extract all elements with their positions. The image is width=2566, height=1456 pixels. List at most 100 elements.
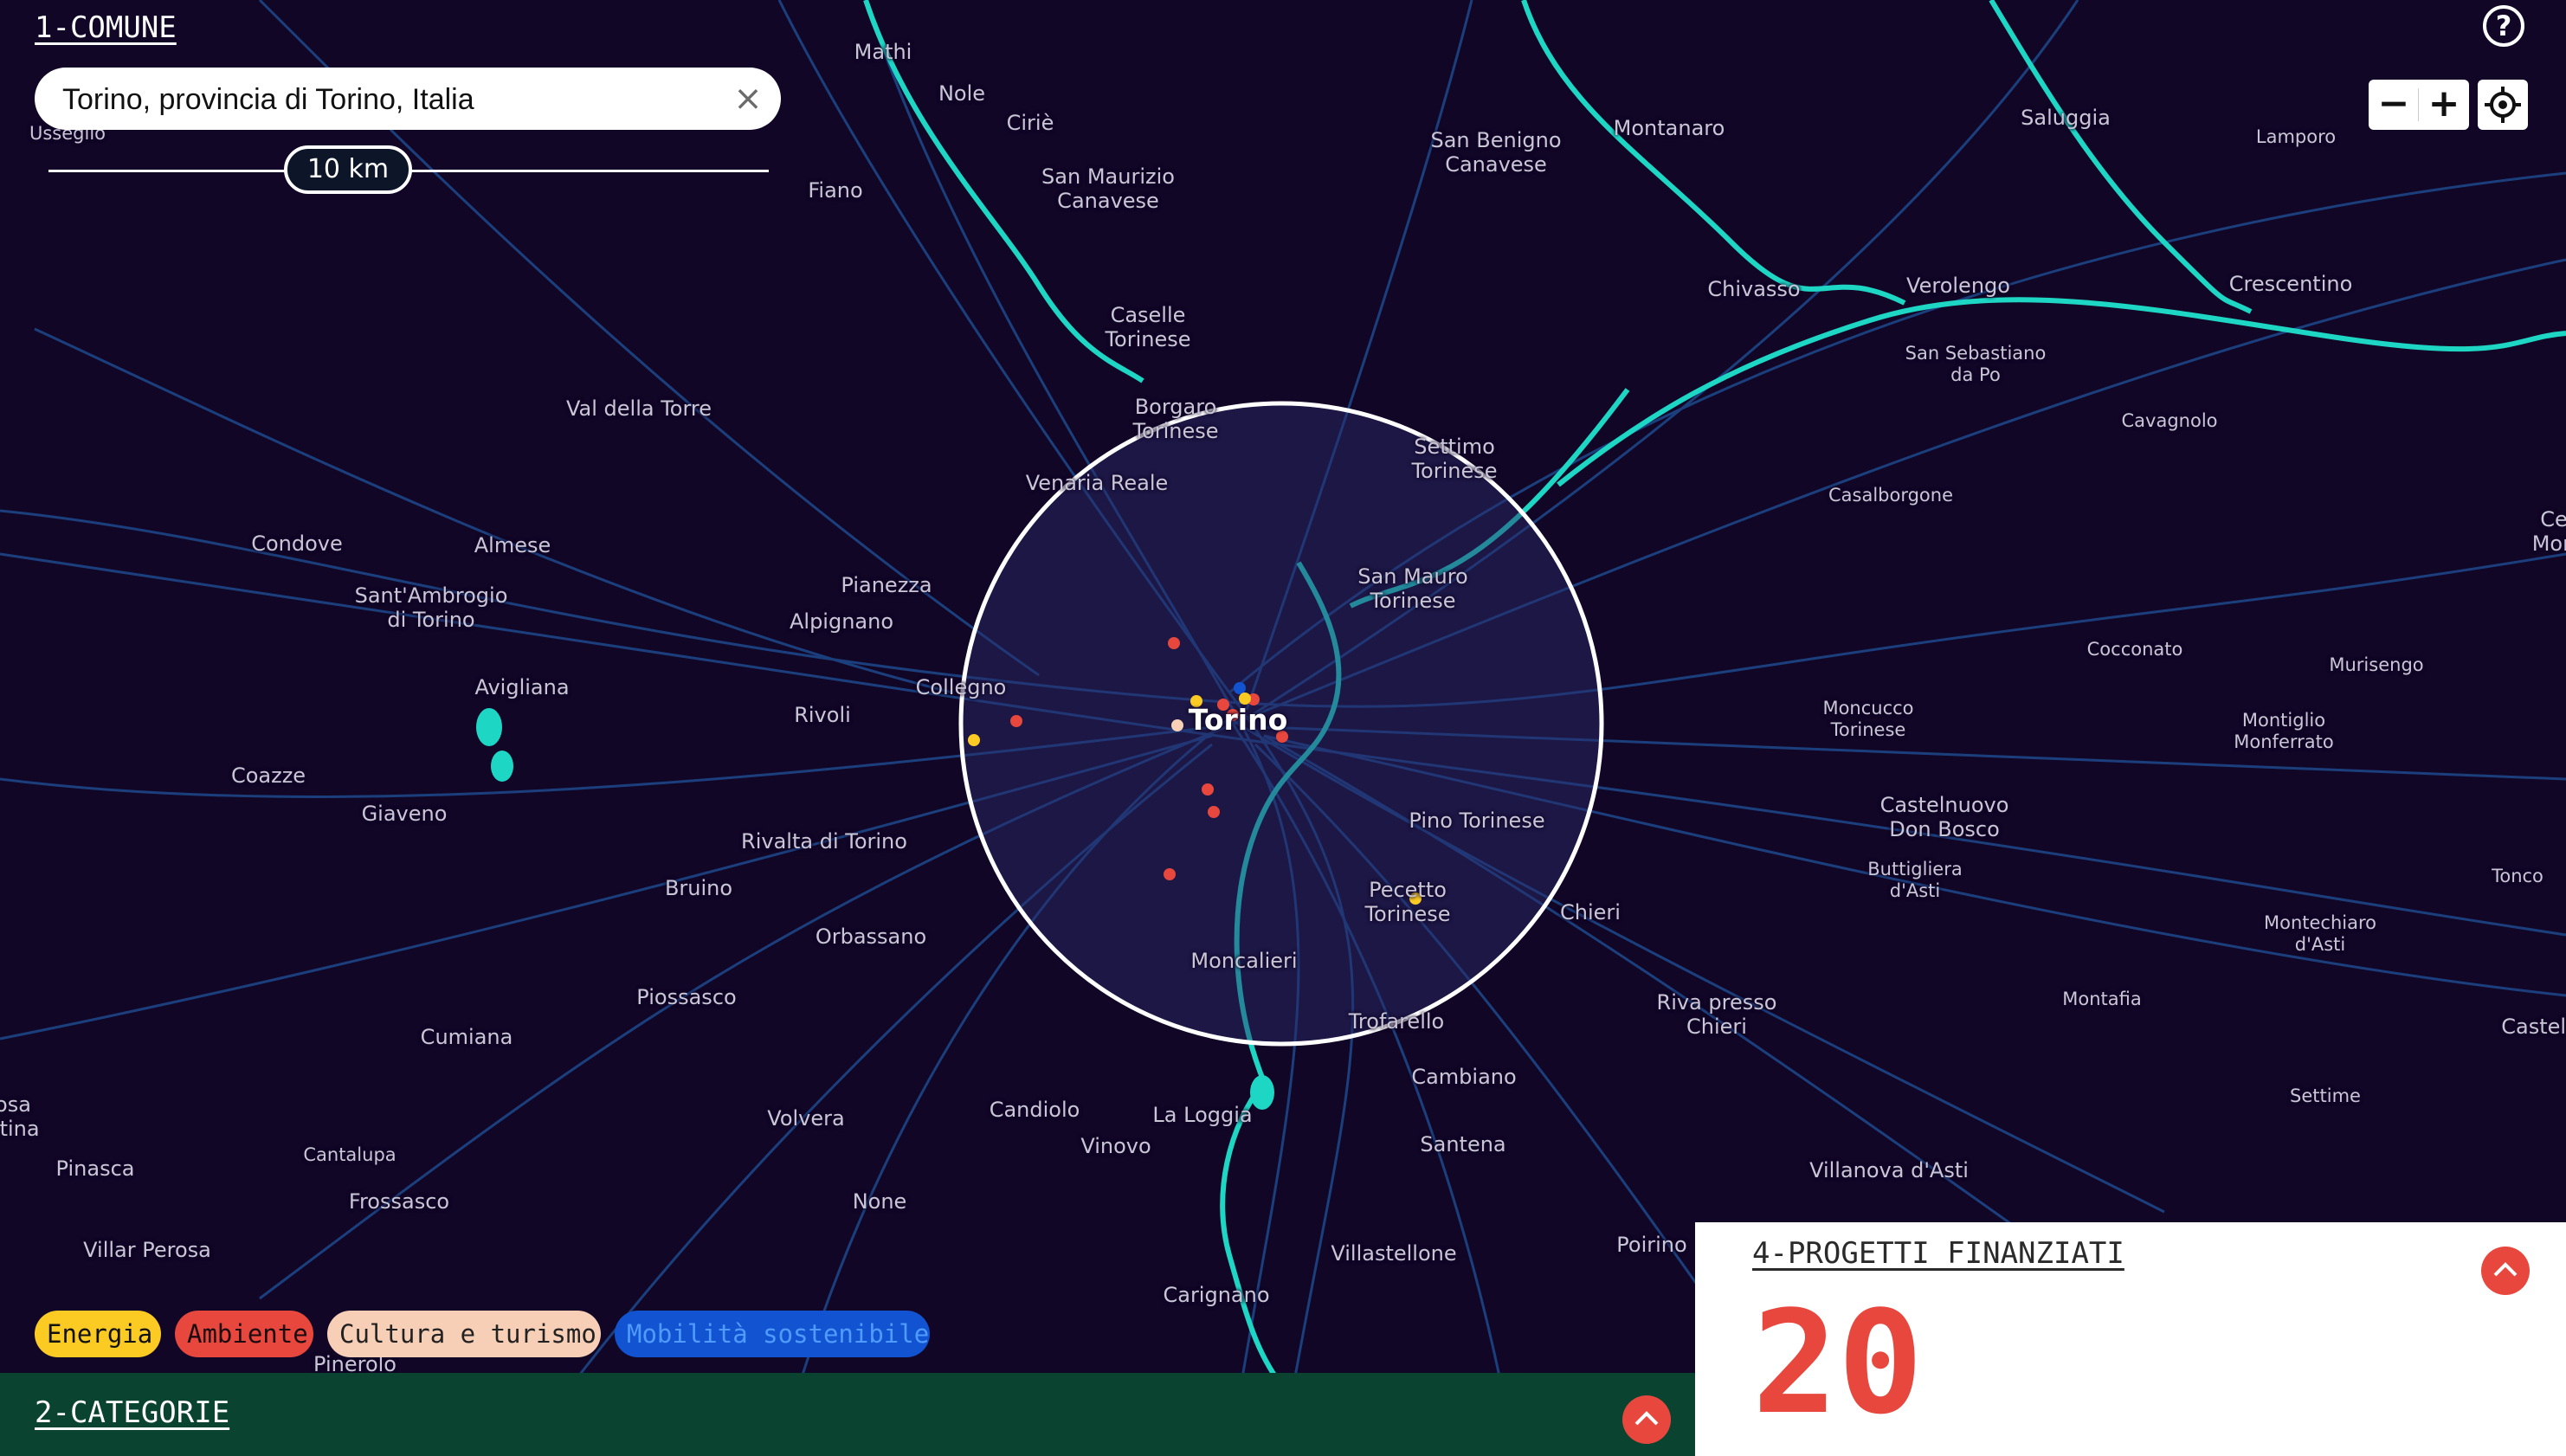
map-label: Crescentino <box>2228 272 2353 296</box>
map-label: Villanova d'Asti <box>1809 1158 1969 1182</box>
map-label: Montiglio Monferrato <box>2234 710 2334 752</box>
map-label: Borgaro Torinese <box>1132 395 1219 443</box>
marker-energia[interactable] <box>968 734 980 746</box>
chevron-up-icon[interactable] <box>1622 1395 1671 1444</box>
map-label: Avigliana <box>474 675 570 699</box>
map-label: osa ntina <box>0 1092 40 1141</box>
map-label: Tonco <box>2492 866 2543 886</box>
map-label: Moncalieri <box>1190 949 1298 973</box>
map-label: None <box>852 1189 907 1214</box>
map-label: Nole <box>938 81 986 106</box>
map-label: Piossasco <box>636 985 737 1009</box>
category-chip-cultura-turismo[interactable]: Cultura e turismo <box>327 1311 601 1357</box>
search-input[interactable] <box>61 68 722 132</box>
map-label: Lamporo <box>2255 126 2337 147</box>
category-chip-mobilita-sostenibile[interactable]: Mobilità sostenibile <box>615 1311 930 1357</box>
map-label: Villar Perosa <box>83 1238 211 1262</box>
category-chip-energia[interactable]: Energia <box>35 1311 161 1357</box>
map-label: Mathi <box>854 40 912 64</box>
map-label: San Maurizio Canavese <box>1041 164 1175 213</box>
map-label: La Loggia <box>1152 1103 1253 1127</box>
map-label: Cumiana <box>420 1025 513 1049</box>
map-label: Montafia <box>2062 989 2142 1009</box>
map-label: Sant'Ambrogio di Torino <box>354 583 508 632</box>
map-label: Rivoli <box>794 703 851 727</box>
map-label: Cantalupa <box>303 1144 397 1165</box>
locate-button[interactable] <box>2478 80 2528 130</box>
map-label: Settimo Torinese <box>1411 435 1498 483</box>
map-label: Cavagnolo <box>2121 410 2218 431</box>
zoom-in-button[interactable]: + <box>2419 80 2469 130</box>
map-label: Bruino <box>664 876 733 900</box>
map-label: Pino Torinese <box>1409 809 1545 833</box>
map-label: San Benigno Canavese <box>1430 128 1562 177</box>
map-label: Ciriè <box>1006 111 1054 135</box>
zoom-out-button[interactable]: − <box>2369 80 2419 130</box>
map-label: Candiolo <box>989 1098 1080 1122</box>
map-label: San Sebastiano da Po <box>1905 343 2047 385</box>
map-label: Saluggia <box>2021 106 2111 130</box>
radius-slider-handle[interactable]: 10 km <box>284 145 412 194</box>
question-circle-icon[interactable]: ? <box>2483 5 2524 47</box>
map-label: Coazze <box>230 763 306 788</box>
map-label: Riva presso Chieri <box>1656 990 1777 1039</box>
crosshair-icon <box>2485 87 2521 123</box>
marker-ambiente[interactable] <box>1202 783 1214 796</box>
projects-count: 20 <box>1752 1280 1924 1446</box>
map-label: Val della Torre <box>565 396 712 421</box>
map-label: Frossasco <box>348 1189 450 1214</box>
map-label: Castell <box>2501 1015 2566 1039</box>
marker-ambiente[interactable] <box>1010 715 1022 727</box>
map-label: Murisengo <box>2329 654 2424 675</box>
marker-ambiente[interactable] <box>1208 806 1220 818</box>
marker-ambiente[interactable] <box>1168 637 1180 649</box>
map-label: Pianezza <box>841 573 932 597</box>
map-label: Ce Mon <box>2531 507 2566 556</box>
map-label: Volvera <box>767 1106 845 1131</box>
map-label: Orbassano <box>815 924 927 949</box>
chevron-up-icon[interactable] <box>2481 1247 2530 1295</box>
map-label: Villastellone <box>1331 1241 1457 1266</box>
map-label: Montanaro <box>1613 116 1725 140</box>
map-label: Pecetto Torinese <box>1364 878 1451 926</box>
map-label: Rivalta di Torino <box>741 829 907 854</box>
marker-mobilita[interactable] <box>1234 682 1246 694</box>
map-label: Chieri <box>1560 900 1621 924</box>
zoom-controls: − + <box>2369 80 2469 130</box>
search-box[interactable]: × <box>35 68 781 132</box>
map-label: Carignano <box>1163 1283 1270 1307</box>
map-label: Montechiaro d'Asti <box>2263 912 2377 955</box>
projects-section-title[interactable]: 4-PROGETTI FINANZIATI <box>1752 1236 2124 1271</box>
comune-section-title: 1-COMUNE <box>35 10 177 45</box>
map-label: Collegno <box>915 675 1007 699</box>
map-label: Castelnuovo Don Bosco <box>1879 793 2009 841</box>
map-label: Vinovo <box>1080 1134 1151 1158</box>
map-label: Settime <box>2290 1086 2361 1106</box>
map-label: Poirino <box>1616 1233 1687 1257</box>
marker-ambiente[interactable] <box>1164 868 1176 880</box>
map-label: Alpignano <box>789 609 894 634</box>
marker-cultura[interactable] <box>1171 719 1183 731</box>
map-label: Pinasca <box>55 1156 135 1181</box>
city-label: Torino <box>1188 703 1288 737</box>
category-chip-ambiente[interactable]: Ambiente <box>175 1311 313 1357</box>
map-label: Giaveno <box>361 802 448 826</box>
map-label: Cambiano <box>1411 1065 1517 1089</box>
map-label: Venaria Reale <box>1025 471 1169 495</box>
map-label: Santena <box>1420 1132 1506 1156</box>
map-label: Buttigliera d'Asti <box>1867 859 1963 901</box>
map-label: Moncucco Torinese <box>1822 698 1914 740</box>
categories-section-title[interactable]: 2-CATEGORIE <box>35 1395 229 1430</box>
map-label: Caselle Torinese <box>1105 303 1191 351</box>
map-label: San Mauro Torinese <box>1357 564 1468 613</box>
map-label: Chivasso <box>1707 277 1801 301</box>
clear-search-icon[interactable]: × <box>727 78 769 119</box>
map-label: Casalborgone <box>1828 485 1954 506</box>
map-label: Fiano <box>808 178 863 203</box>
map-label: Condove <box>251 532 343 556</box>
map-label: Verolengo <box>1906 274 2010 298</box>
map-label: Almese <box>474 533 551 557</box>
categories-panel <box>0 1373 1695 1456</box>
map-label: Cocconato <box>2086 639 2183 660</box>
map-label: Trofarello <box>1348 1009 1445 1034</box>
